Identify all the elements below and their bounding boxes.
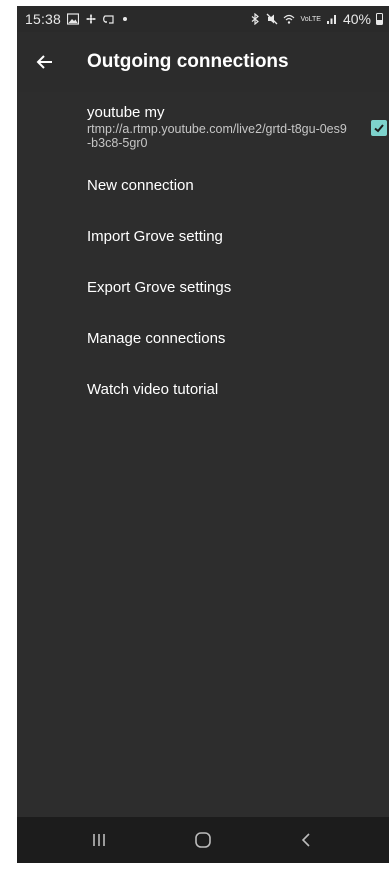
connection-checkbox[interactable]	[371, 120, 387, 136]
gallery-icon	[67, 13, 80, 25]
fan-icon	[86, 14, 97, 24]
back-nav-button[interactable]	[287, 820, 327, 860]
connection-url: rtmp://a.rtmp.youtube.com/live2/grtd-t8g…	[87, 122, 347, 150]
status-bar: 15:38 VoLTE 40%	[17, 6, 389, 32]
phone-screen: 15:38 VoLTE 40% Outgoing connections you…	[17, 6, 389, 863]
menu-item-new-connection[interactable]: New connection	[17, 160, 389, 211]
connections-list: youtube my rtmp://a.rtmp.youtube.com/liv…	[17, 92, 389, 415]
home-icon	[195, 832, 211, 848]
menu-item-export-settings[interactable]: Export Grove settings	[17, 262, 389, 313]
status-time: 15:38	[25, 11, 62, 27]
menu-item-manage-connections[interactable]: Manage connections	[17, 313, 389, 364]
connection-name: youtube my	[87, 104, 165, 121]
status-right: VoLTE 40%	[249, 11, 383, 27]
menu-item-import-settings[interactable]: Import Grove setting	[17, 211, 389, 262]
connection-item-youtube-my[interactable]: youtube my rtmp://a.rtmp.youtube.com/liv…	[17, 92, 389, 160]
wifi-icon	[284, 14, 295, 24]
home-button[interactable]	[183, 820, 223, 860]
bluetooth-icon	[252, 13, 260, 25]
app-toolbar: Outgoing connections	[17, 32, 389, 92]
cast-icon	[103, 15, 114, 24]
arrow-back-icon	[36, 55, 52, 69]
menu-item-watch-tutorial[interactable]: Watch video tutorial	[17, 364, 389, 415]
volte-label: VoLTE	[300, 15, 321, 23]
recents-icon	[93, 834, 105, 846]
chevron-left-icon	[301, 833, 310, 847]
system-nav-bar	[17, 817, 389, 863]
checkmark-icon	[374, 124, 384, 133]
mute-icon	[267, 13, 278, 25]
notification-dot-icon	[123, 17, 128, 21]
status-left: 15:38	[25, 11, 128, 27]
back-button[interactable]	[17, 34, 73, 90]
battery-icon	[376, 13, 383, 25]
recents-button[interactable]	[79, 820, 119, 860]
battery-level: 40%	[342, 11, 371, 27]
page-title: Outgoing connections	[87, 51, 289, 72]
signal-icon	[326, 15, 336, 24]
